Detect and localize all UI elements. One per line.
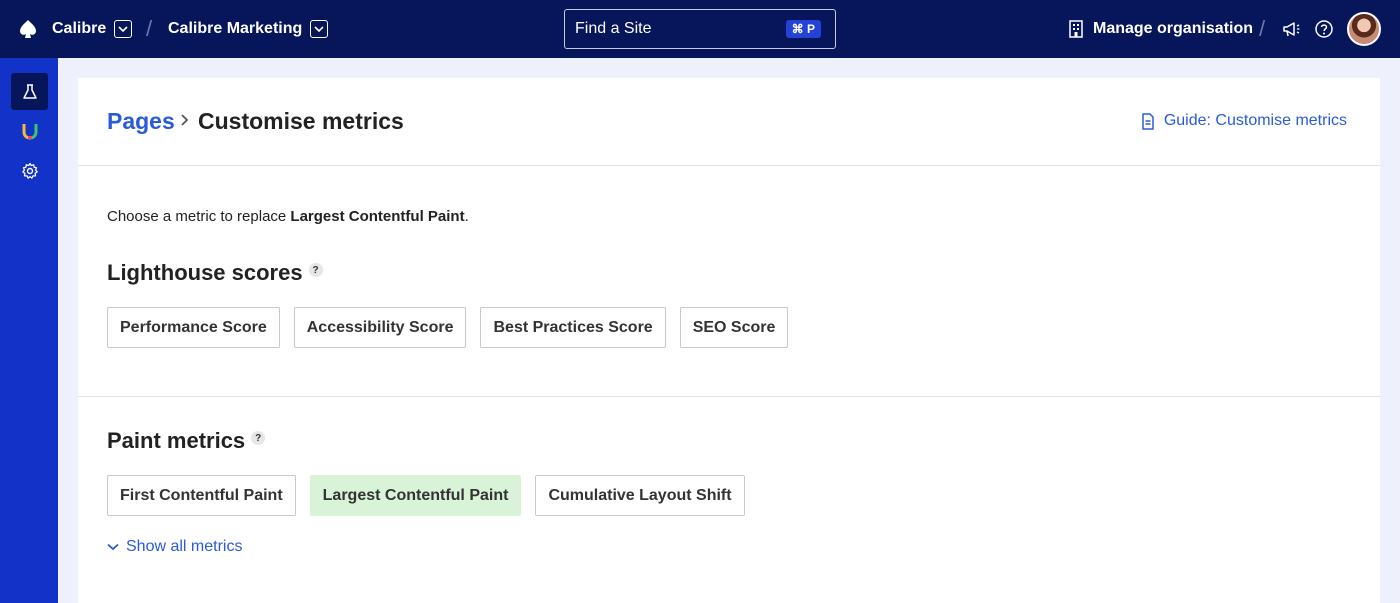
org-switcher[interactable]: Calibre [52, 0, 133, 58]
lighthouse-chip-row: Performance Score Accessibility Score Be… [107, 307, 789, 348]
breadcrumb-separator: / [146, 16, 153, 41]
sidebar [0, 58, 58, 603]
horseshoe-icon [22, 123, 37, 139]
lighthouse-section-title: Lighthouse scores ? [107, 260, 323, 286]
team-name: Calibre Marketing [168, 20, 303, 37]
paint-title: Paint metrics [107, 428, 246, 453]
metric-chip-first-contentful-paint[interactable]: First Contentful Paint [107, 475, 296, 516]
intro-suffix: . [464, 208, 469, 225]
page-title: Customise metrics [198, 108, 404, 134]
megaphone-icon[interactable] [1281, 19, 1301, 39]
metric-chip-best-practices-score[interactable]: Best Practices Score [480, 307, 666, 348]
flask-icon [22, 83, 37, 99]
manage-organisation-label: Manage organisation [1093, 20, 1254, 37]
metric-chip-accessibility-score[interactable]: Accessibility Score [293, 307, 467, 348]
gear-icon [21, 162, 38, 179]
calibre-logo-icon[interactable] [18, 19, 38, 39]
guide-link-label: Guide: Customise metrics [1163, 112, 1347, 129]
top-navigation-bar: Calibre / Calibre Marketing Find a Site … [0, 0, 1400, 58]
team-switcher[interactable]: Calibre Marketing [168, 0, 329, 58]
metric-chip-seo-score[interactable]: SEO Score [679, 307, 789, 348]
manage-organisation-link[interactable]: Manage organisation [1068, 0, 1253, 58]
sidebar-item-tests[interactable] [11, 73, 48, 110]
metric-chip-largest-contentful-paint[interactable]: Largest Contentful Paint [309, 475, 522, 516]
show-all-label: Show all metrics [126, 538, 243, 555]
help-circle-icon[interactable] [1314, 19, 1334, 39]
page-header: Pages Customise metrics Guide: Customise… [78, 78, 1380, 166]
search-placeholder: Find a Site [575, 20, 652, 37]
lighthouse-title: Lighthouse scores [107, 260, 303, 285]
topbar-separator: / [1259, 16, 1266, 41]
guide-link[interactable]: Guide: Customise metrics [1141, 112, 1347, 130]
content-card: Pages Customise metrics Guide: Customise… [78, 78, 1380, 603]
metric-chip-cumulative-layout-shift[interactable]: Cumulative Layout Shift [535, 475, 745, 516]
intro-metric: Largest Contentful Paint [290, 208, 465, 225]
chevron-right-icon [181, 114, 189, 126]
help-badge[interactable]: ? [308, 263, 323, 277]
chevron-down-icon [114, 20, 133, 38]
user-avatar[interactable] [1347, 12, 1381, 46]
breadcrumb-pages-link[interactable]: Pages [107, 108, 175, 135]
paint-chip-row: First Contentful Paint Largest Contentfu… [107, 475, 745, 516]
intro-prefix: Choose a metric to replace [107, 208, 291, 225]
help-badge[interactable]: ? [251, 431, 266, 445]
sidebar-item-integrations[interactable] [11, 112, 48, 149]
building-icon [1069, 20, 1083, 38]
chevron-down-icon [107, 543, 119, 551]
sidebar-item-settings[interactable] [11, 152, 48, 189]
paint-section-title: Paint metrics ? [107, 428, 266, 454]
org-name: Calibre [52, 20, 107, 37]
intro-text: Choose a metric to replace Largest Conte… [107, 208, 469, 225]
site-search-input[interactable]: Find a Site ⌘ P [564, 9, 836, 49]
show-all-metrics-link[interactable]: Show all metrics [107, 538, 242, 556]
metric-chip-performance-score[interactable]: Performance Score [107, 307, 280, 348]
chevron-down-icon [310, 20, 329, 38]
document-icon [1142, 112, 1154, 130]
keyboard-shortcut-badge: ⌘ P [785, 20, 821, 38]
section-divider [78, 396, 1380, 397]
